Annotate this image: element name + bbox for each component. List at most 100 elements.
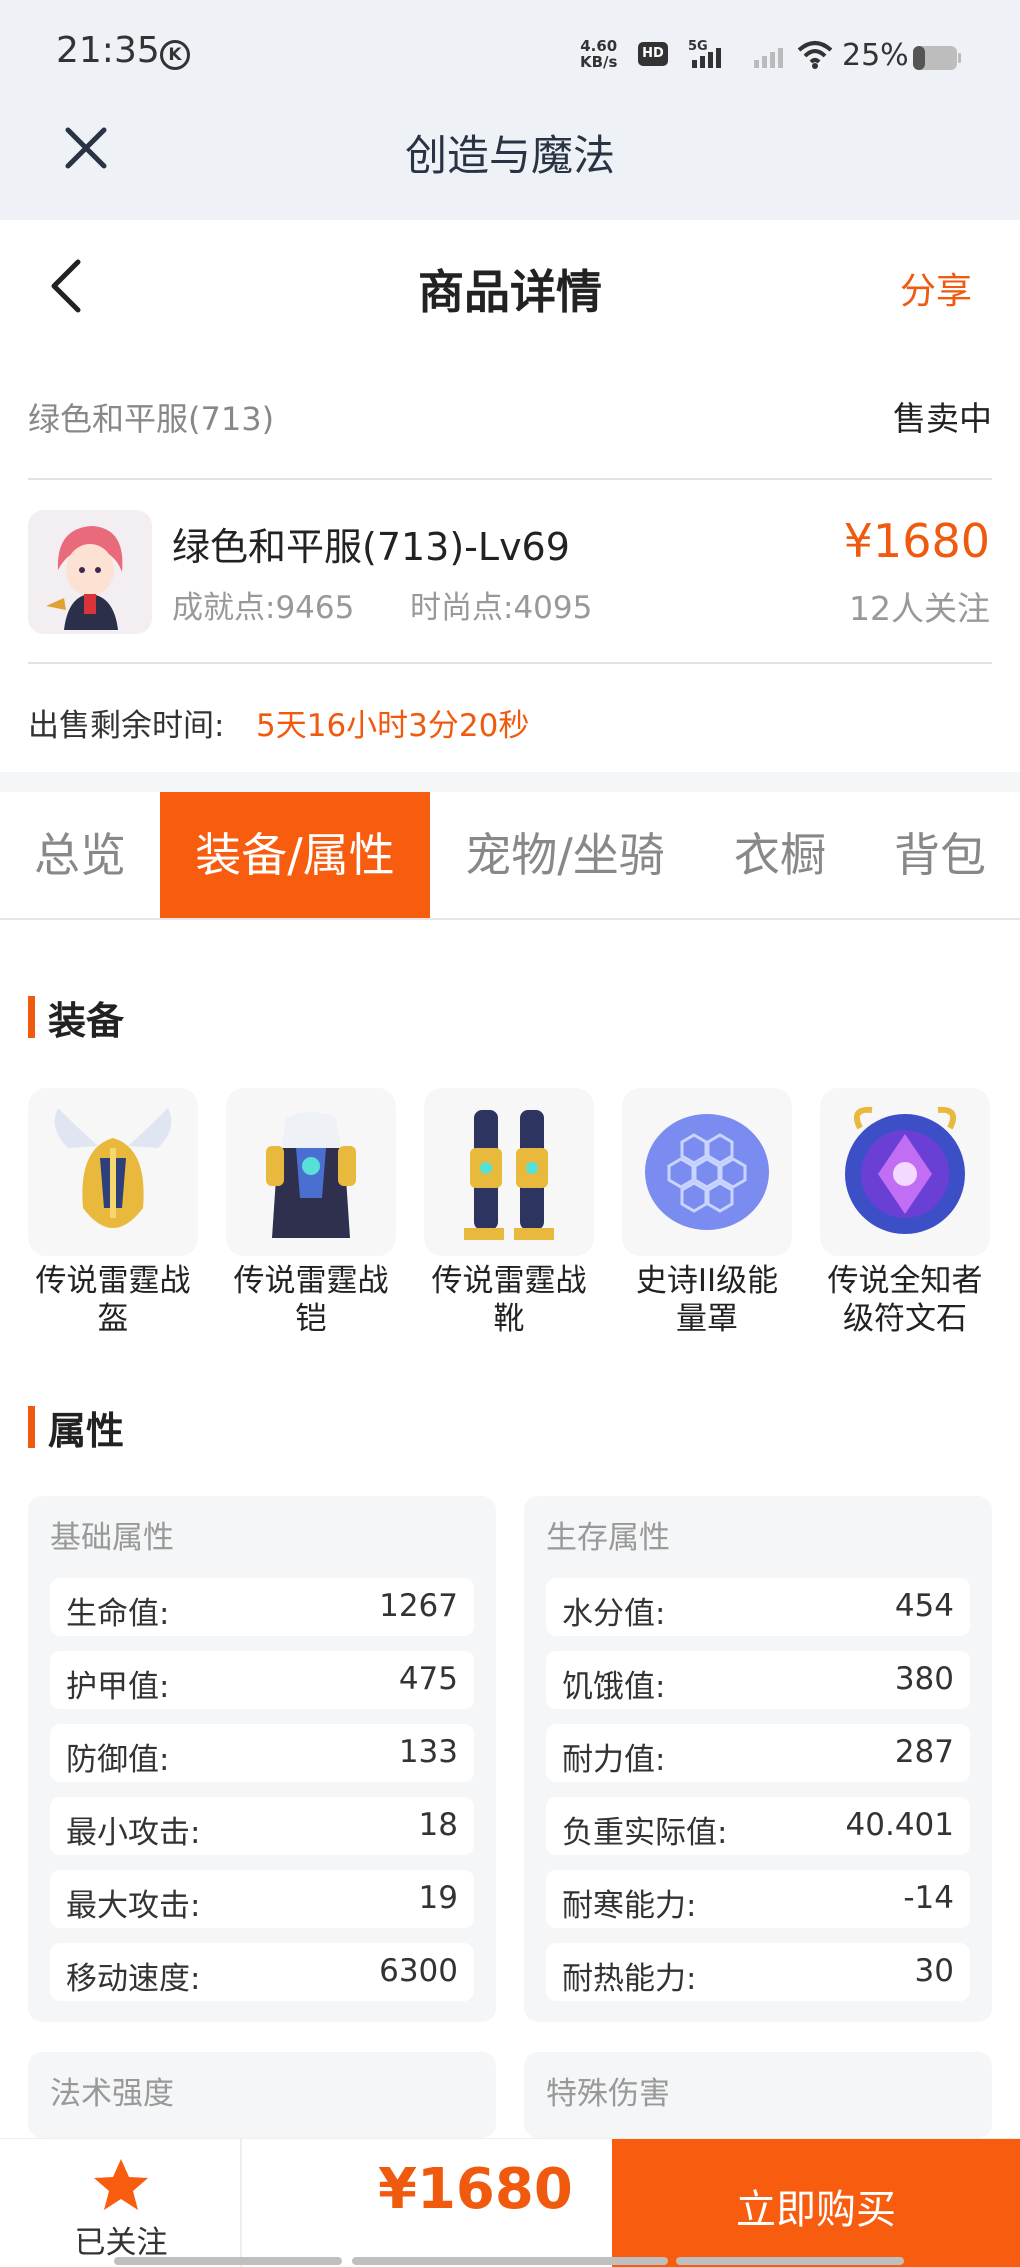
shield-icon — [622, 1088, 792, 1256]
attribute-value: 6300 — [379, 1953, 458, 1989]
attribute-label: 耐力值: — [562, 1742, 666, 1778]
helmet-icon — [28, 1088, 198, 1256]
attribute-row: 最大攻击: 19 — [50, 1870, 474, 1928]
armor-icon — [226, 1088, 396, 1256]
equipment-name: 史诗II级能量罩 — [635, 1263, 779, 1337]
equipment-item[interactable]: 传说雷霆战盔 — [28, 1088, 198, 1338]
attribute-row: 最小攻击: 18 — [50, 1797, 474, 1855]
attribute-label: 耐寒能力: — [562, 1888, 697, 1924]
item-price: ¥1680 — [843, 514, 990, 568]
attribute-value: 287 — [894, 1734, 954, 1770]
wifi-icon — [797, 41, 833, 69]
network-type-label: 5G — [688, 39, 708, 54]
attribute-row: 防御值: 133 — [50, 1724, 474, 1782]
tab-bar: 总览 装备/属性 宠物/坐骑 衣橱 背包 — [0, 792, 1020, 920]
equipment-name: 传说雷霆战盔 — [35, 1263, 191, 1337]
attribute-row: 水分值: 454 — [546, 1578, 970, 1636]
attribute-value: 18 — [418, 1807, 458, 1843]
equipment-item[interactable]: 传说全知者级符文石 — [820, 1088, 990, 1338]
equipment-item[interactable]: 传说雷霆战靴 — [424, 1088, 594, 1338]
attribute-label: 最大攻击: — [66, 1888, 201, 1924]
rune-icon — [820, 1088, 990, 1256]
boots-icon — [424, 1088, 594, 1256]
equipment-name: 传说雷霆战靴 — [431, 1263, 587, 1337]
attribute-value: 475 — [398, 1661, 458, 1697]
attribute-value: 454 — [894, 1588, 954, 1624]
character-avatar — [28, 510, 152, 634]
divider — [28, 662, 992, 664]
attribute-label: 最小攻击: — [66, 1815, 201, 1851]
attribute-label: 耐热能力: — [562, 1961, 697, 1997]
attribute-row: 移动速度: 6300 — [50, 1943, 474, 2001]
network-speed-value: 4.60 — [580, 37, 618, 55]
gesture-bar — [114, 2257, 342, 2265]
network-speed: 4.60 KB/s — [580, 38, 617, 70]
equipment-item[interactable]: 史诗II级能量罩 — [622, 1088, 792, 1338]
special-damage-panel: 特殊伤害 — [524, 2052, 992, 2138]
item-title: 绿色和平服(713)-Lv69 — [172, 525, 570, 569]
attribute-value: -14 — [903, 1880, 954, 1916]
bottom-price: ¥1680 — [378, 2157, 573, 2222]
status-time: 21:35 — [56, 30, 160, 71]
signal-sim2-icon — [754, 48, 783, 68]
sale-status: 售卖中 — [893, 399, 992, 438]
follow-button[interactable]: 已关注 — [0, 2139, 242, 2267]
remaining-time-label: 出售剩余时间: — [28, 708, 225, 744]
attribute-row: 耐热能力: 30 — [546, 1943, 970, 2001]
buy-now-label: 立即购买 — [736, 2187, 896, 2233]
panel-title: 基础属性 — [50, 1520, 174, 1556]
follow-label: 已关注 — [74, 2225, 168, 2261]
magic-power-panel: 法术强度 — [28, 2052, 496, 2138]
status-k-icon: K — [160, 40, 190, 70]
battery-percent: 25% — [842, 38, 909, 73]
attribute-row: 护甲值: 475 — [50, 1651, 474, 1709]
attribute-row: 饥饿值: 380 — [546, 1651, 970, 1709]
attribute-label: 饥饿值: — [562, 1669, 666, 1705]
attribute-row: 生命值: 1267 — [50, 1578, 474, 1636]
attribute-value: 1267 — [379, 1588, 458, 1624]
tab-backpack[interactable]: 背包 — [860, 792, 1020, 918]
follower-count: 12人关注 — [849, 589, 990, 628]
tab-equipment-attributes[interactable]: 装备/属性 — [160, 792, 430, 918]
attribute-value: 133 — [398, 1734, 458, 1770]
fashion-points: 时尚点:4095 — [410, 590, 593, 626]
panel-title: 特殊伤害 — [546, 2076, 670, 2112]
attribute-value: 19 — [418, 1880, 458, 1916]
attribute-label: 防御值: — [66, 1742, 170, 1778]
panel-title: 法术强度 — [50, 2076, 174, 2112]
attribute-label: 负重实际值: — [562, 1815, 728, 1851]
bottom-action-bar: 已关注 ¥1680 立即购买 — [0, 2138, 1020, 2267]
star-icon — [94, 2159, 148, 2210]
page-title: 商品详情 — [418, 265, 602, 319]
attribute-value: 30 — [914, 1953, 954, 1989]
tab-overview[interactable]: 总览 — [0, 792, 160, 918]
buy-now-button[interactable]: 立即购买 — [612, 2139, 1020, 2267]
attributes-section-title: 属性 — [28, 1400, 124, 1455]
gesture-bar — [676, 2257, 904, 2265]
attribute-label: 水分值: — [562, 1596, 666, 1632]
battery-icon — [913, 46, 961, 70]
app-title: 创造与魔法 — [404, 131, 615, 180]
basic-attributes-panel: 基础属性 生命值: 1267 护甲值: 475 防御值: 133 最小攻击: 1… — [28, 1496, 496, 2022]
section-gap — [0, 772, 1020, 792]
achievement-points: 成就点:9465 — [172, 590, 355, 626]
equipment-item[interactable]: 传说雷霆战铠 — [226, 1088, 396, 1338]
attribute-row: 耐寒能力: -14 — [546, 1870, 970, 1928]
attribute-row: 负重实际值: 40.401 — [546, 1797, 970, 1855]
attribute-label: 护甲值: — [66, 1669, 170, 1705]
network-speed-unit: KB/s — [580, 53, 618, 71]
equipment-name: 传说全知者级符文石 — [827, 1263, 983, 1337]
attribute-label: 移动速度: — [66, 1961, 201, 1997]
hd-icon: HD — [638, 42, 668, 66]
share-button[interactable]: 分享 — [900, 262, 972, 314]
equipment-section-title: 装备 — [28, 990, 124, 1045]
survival-attributes-panel: 生存属性 水分值: 454 饥饿值: 380 耐力值: 287 负重实际值: 4… — [524, 1496, 992, 2022]
attribute-label: 生命值: — [66, 1596, 170, 1632]
server-name: 绿色和平服(713) — [28, 400, 275, 438]
tab-pets-mounts[interactable]: 宠物/坐骑 — [430, 792, 700, 918]
tab-wardrobe[interactable]: 衣橱 — [700, 792, 860, 918]
equipment-name: 传说雷霆战铠 — [233, 1263, 389, 1337]
attribute-value: 380 — [894, 1661, 954, 1697]
attribute-value: 40.401 — [845, 1807, 954, 1843]
gesture-bar — [352, 2257, 668, 2265]
